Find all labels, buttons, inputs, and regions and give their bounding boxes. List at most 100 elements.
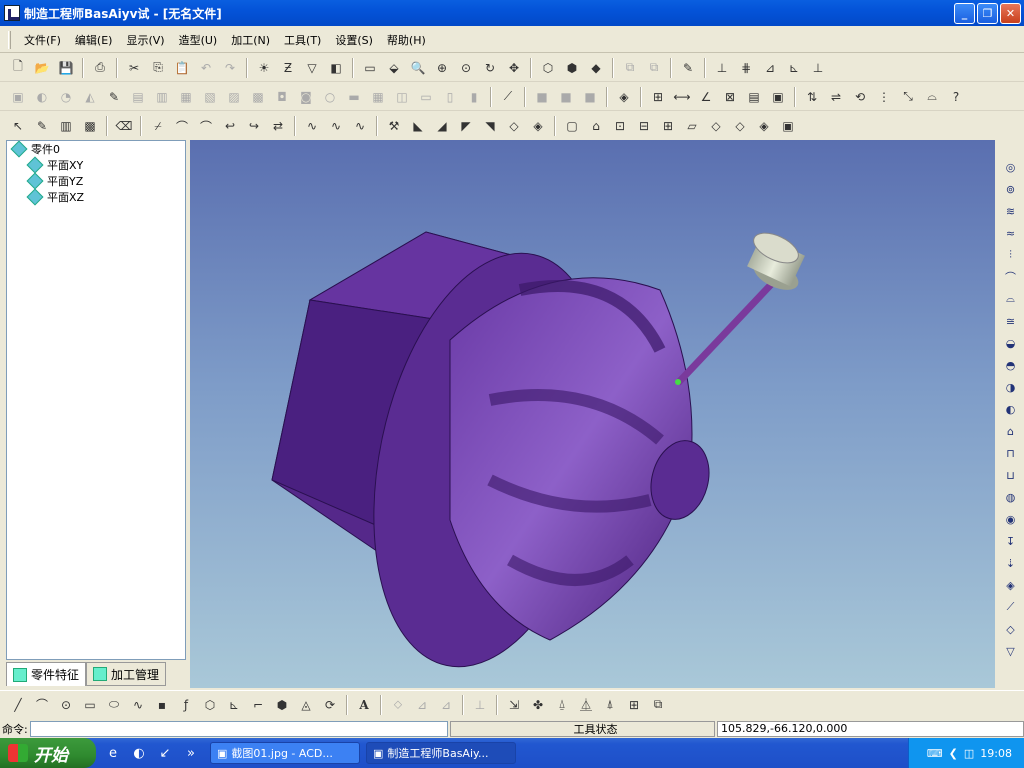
zoom-in-icon[interactable]: ⊕ xyxy=(432,58,452,78)
axis-3-icon[interactable]: ⊿ xyxy=(760,58,780,78)
finishing-8-icon[interactable]: ⊔ xyxy=(1002,466,1020,484)
break-icon[interactable]: ↩ xyxy=(220,116,240,136)
polygon-icon[interactable]: ⬡ xyxy=(200,695,220,715)
rotate-curve-icon[interactable]: ⟲ xyxy=(850,87,870,107)
cut-extrude-icon[interactable]: ▤ xyxy=(128,87,148,107)
finishing-6-icon[interactable]: ⌂ xyxy=(1002,422,1020,440)
menu-machining[interactable]: 加工(N) xyxy=(224,30,277,50)
cut-sweep-icon[interactable]: ▦ xyxy=(176,87,196,107)
sim-4-icon[interactable]: ▽ xyxy=(1002,642,1020,660)
hidden-line-icon[interactable]: ⬢ xyxy=(562,58,582,78)
rotate-icon[interactable]: ↻ xyxy=(480,58,500,78)
mirror-icon[interactable]: ◫ xyxy=(392,87,412,107)
wireframe-icon[interactable]: ⬡ xyxy=(538,58,558,78)
rectangle-icon[interactable]: ▭ xyxy=(80,695,100,715)
solid-2-icon[interactable]: ⌂ xyxy=(586,116,606,136)
axis-icon[interactable]: ⊥ xyxy=(712,58,732,78)
ie-icon[interactable]: e xyxy=(104,744,122,762)
hole-icon[interactable]: ○ xyxy=(320,87,340,107)
filter-icon[interactable]: Ƶ xyxy=(278,58,298,78)
sim-3-icon[interactable]: ◇ xyxy=(1002,620,1020,638)
zoom-icon[interactable]: 🔍 xyxy=(408,58,428,78)
surface-6-icon[interactable]: ◇ xyxy=(504,116,524,136)
solid-7-icon[interactable]: ◇ xyxy=(706,116,726,136)
select-icon[interactable]: ↖ xyxy=(8,116,28,136)
menu-view[interactable]: 显示(V) xyxy=(119,30,171,50)
hat-icon[interactable]: ⌓ xyxy=(922,87,942,107)
paste-icon[interactable]: 📋 xyxy=(172,58,192,78)
thread-icon[interactable]: ▭ xyxy=(416,87,436,107)
menubar-grip[interactable] xyxy=(8,30,11,49)
join-icon[interactable]: ⇄ xyxy=(268,116,288,136)
keyboard-icon[interactable]: ⌨ xyxy=(927,747,943,760)
grid-icon[interactable]: ⊠ xyxy=(720,87,740,107)
more-icon[interactable]: » xyxy=(182,744,200,762)
drill-1-icon[interactable]: ◉ xyxy=(1002,510,1020,528)
projection-icon[interactable]: ⟳ xyxy=(320,695,340,715)
solid-3-icon[interactable]: ⊡ xyxy=(610,116,630,136)
solid-4-icon[interactable]: ⊟ xyxy=(634,116,654,136)
app-icon[interactable] xyxy=(4,5,20,21)
solid-5-icon[interactable]: ⊞ xyxy=(658,116,678,136)
start-button[interactable]: 开始 xyxy=(0,738,96,768)
region-icon[interactable]: ≋ xyxy=(1002,202,1020,220)
chamfer-icon[interactable]: ▩ xyxy=(248,87,268,107)
pen-icon[interactable]: ✎ xyxy=(32,116,52,136)
transform-4-icon[interactable]: ⍋ xyxy=(600,695,620,715)
mirror-curve-icon[interactable]: ⇌ xyxy=(826,87,846,107)
finishing-9-icon[interactable]: ◍ xyxy=(1002,488,1020,506)
spline-icon[interactable]: ∿ xyxy=(128,695,148,715)
network-icon[interactable]: ◫ xyxy=(964,747,974,760)
menu-tools[interactable]: 工具(T) xyxy=(277,30,328,50)
sketch-icon[interactable]: ✎ xyxy=(104,87,124,107)
save-icon[interactable]: 💾 xyxy=(56,58,76,78)
sim-2-icon[interactable]: ⟋ xyxy=(1002,598,1020,616)
solid-8-icon[interactable]: ◇ xyxy=(730,116,750,136)
expand-tray-icon[interactable]: ❮ xyxy=(949,747,958,760)
edit-3-icon[interactable]: ⊿ xyxy=(436,695,456,715)
corner-icon[interactable]: ⊾ xyxy=(224,695,244,715)
mirror-icon[interactable]: ⏅ xyxy=(576,695,596,715)
menu-settings[interactable]: 设置(S) xyxy=(328,30,380,50)
task-acdsee[interactable]: ▣ 截图01.jpg - ACD... xyxy=(210,742,360,764)
sim-1-icon[interactable]: ◈ xyxy=(1002,576,1020,594)
fillet-curve-2-icon[interactable]: ⌒ xyxy=(196,116,216,136)
finishing-4-icon[interactable]: ◑ xyxy=(1002,378,1020,396)
axis-5-icon[interactable]: ⊥ xyxy=(808,58,828,78)
revolve-icon[interactable]: ◐ xyxy=(32,87,52,107)
surface-4-icon[interactable]: ◤ xyxy=(456,116,476,136)
clock[interactable]: 19:08 xyxy=(980,747,1012,760)
fillet-icon[interactable]: ▨ xyxy=(224,87,244,107)
minimize-button[interactable]: _ xyxy=(954,2,975,24)
text-icon[interactable]: A xyxy=(354,695,374,715)
transform-2-icon[interactable]: ✤ xyxy=(528,695,548,715)
edit-2-icon[interactable]: ⊿ xyxy=(412,695,432,715)
equidistant-icon[interactable]: ⌐ xyxy=(248,695,268,715)
axis-2-icon[interactable]: ⋕ xyxy=(736,58,756,78)
trim-icon[interactable]: ⌿ xyxy=(148,116,168,136)
finishing-2-icon[interactable]: ◒ xyxy=(1002,334,1020,352)
layer-icon[interactable]: ◧ xyxy=(326,58,346,78)
ellipse-icon[interactable]: ⬭ xyxy=(104,695,124,715)
angle-icon[interactable]: ∠ xyxy=(696,87,716,107)
formula-curve-icon[interactable]: ƒ xyxy=(176,695,196,715)
shaded-icon[interactable]: ◆ xyxy=(586,58,606,78)
spline-3-icon[interactable]: ∿ xyxy=(350,116,370,136)
restore-button[interactable]: ❐ xyxy=(977,2,998,24)
transform-1-icon[interactable]: ⇲ xyxy=(504,695,524,715)
extrude-icon[interactable]: ▣ xyxy=(8,87,28,107)
array-icon[interactable]: ⋮ xyxy=(874,87,894,107)
roughing-icon[interactable]: ◎ xyxy=(1002,158,1020,176)
boolean-add-icon[interactable]: ■ xyxy=(532,87,552,107)
help-cursor-icon[interactable]: ? xyxy=(946,87,966,107)
point-icon[interactable]: ▪ xyxy=(152,695,172,715)
menu-modeling[interactable]: 造型(U) xyxy=(172,30,225,50)
line-icon[interactable]: ╱ xyxy=(8,695,28,715)
rib-icon[interactable]: ▬ xyxy=(344,87,364,107)
finishing-3-icon[interactable]: ◓ xyxy=(1002,356,1020,374)
array-icon[interactable]: ⊞ xyxy=(624,695,644,715)
properties-icon[interactable]: ▣ xyxy=(768,87,788,107)
arc-icon[interactable]: ⌒ xyxy=(32,695,52,715)
surface-7-icon[interactable]: ◈ xyxy=(528,116,548,136)
menu-edit[interactable]: 编辑(E) xyxy=(68,30,120,50)
